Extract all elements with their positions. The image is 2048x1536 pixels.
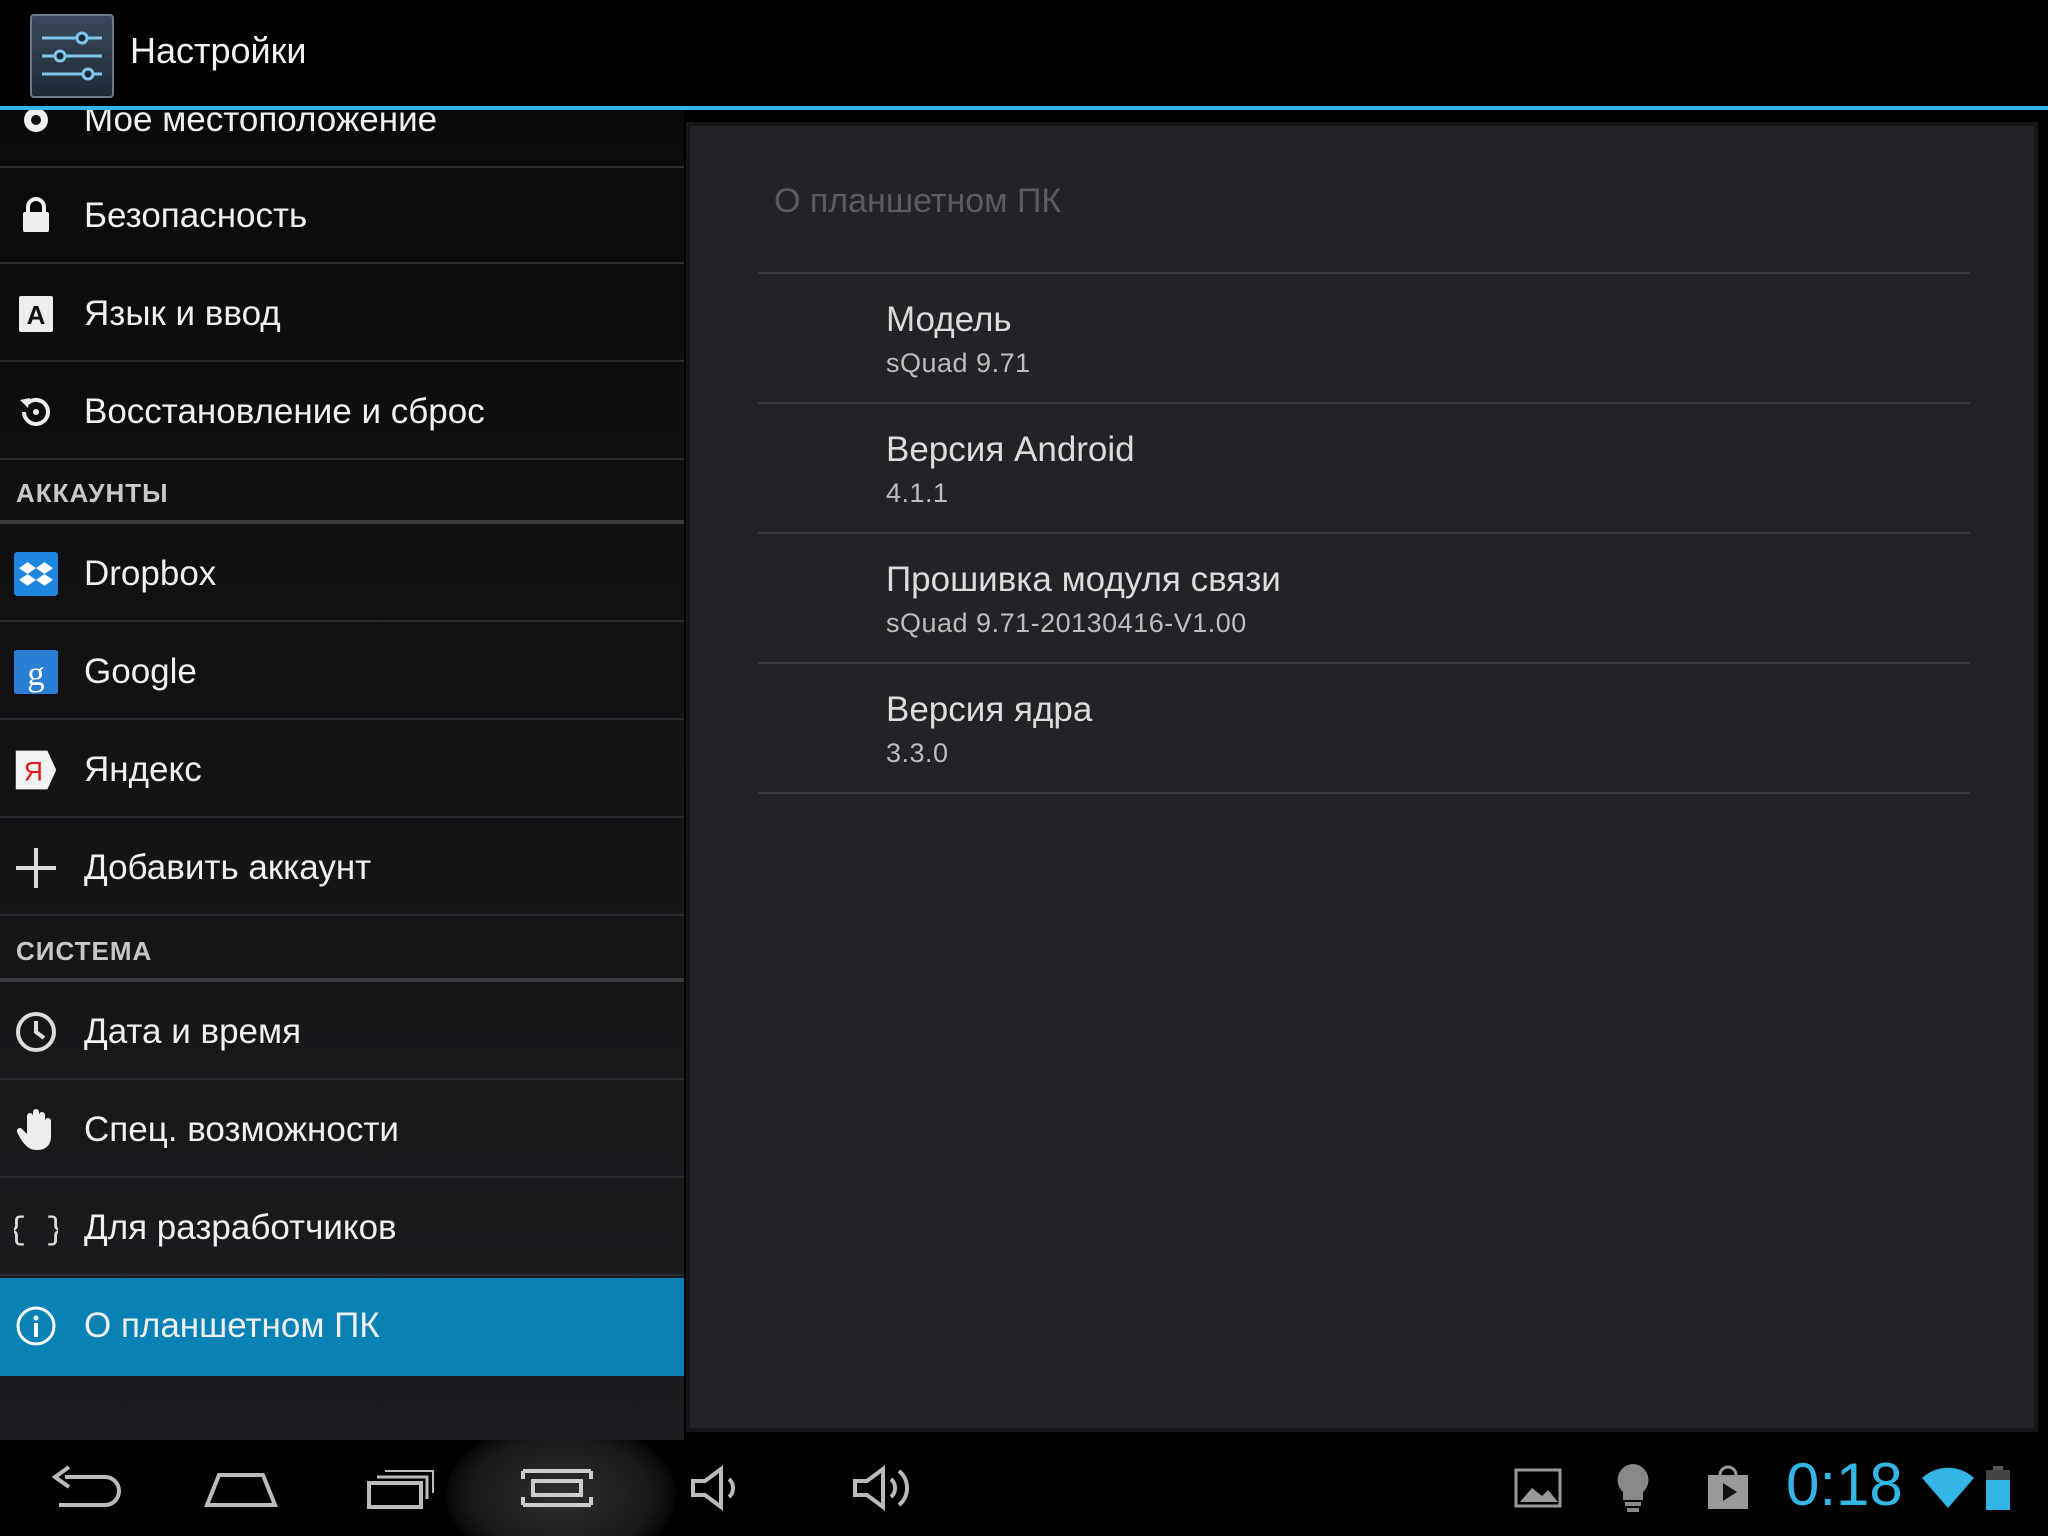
section-divider (0, 520, 684, 524)
item-value: 3.3.0 (886, 738, 949, 768)
sidebar-item-accessibility[interactable]: Спец. возможности (0, 1082, 684, 1178)
svg-text:Я: Я (24, 757, 43, 787)
detail-pane: О планшетном ПК Модель sQuad 9.71 Версия… (686, 122, 2038, 1432)
sidebar-item-label: Восстановление и сброс (84, 392, 485, 431)
yandex-icon: Я (14, 748, 58, 792)
sidebar-item-google[interactable]: g Google (0, 624, 684, 720)
screenshot-button[interactable] (512, 1458, 602, 1518)
sidebar-item-label: Добавить аккаунт (84, 848, 372, 887)
divider (758, 532, 1970, 534)
divider (758, 662, 1970, 664)
restore-icon (14, 390, 58, 434)
sidebar-item-label: О планшетном ПК (84, 1306, 380, 1345)
sidebar-item-security[interactable]: Безопасность (0, 168, 684, 264)
item-value: 4.1.1 (886, 478, 949, 508)
sidebar-item-dropbox[interactable]: Dropbox (0, 526, 684, 622)
sidebar-item-yandex[interactable]: Я Яндекс (0, 722, 684, 818)
sidebar-item-label: Спец. возможности (84, 1110, 399, 1149)
settings-app-icon[interactable] (30, 14, 114, 98)
sidebar-item-date-time[interactable]: Дата и время (0, 984, 684, 1080)
divider (758, 272, 1970, 274)
lightbulb-notification-icon[interactable] (1610, 1458, 1656, 1518)
clock-icon (14, 1010, 58, 1054)
battery-icon (1982, 1458, 2014, 1518)
section-divider (0, 978, 684, 982)
gallery-notification-icon[interactable] (1512, 1458, 1564, 1518)
status-clock: 0:18 (1786, 1451, 1903, 1518)
hand-icon (14, 1108, 58, 1152)
sidebar-item-label: Dropbox (84, 554, 217, 593)
location-icon (14, 110, 58, 142)
volume-down-button[interactable] (680, 1458, 760, 1518)
settings-list[interactable]: Мое местоположение Безопасность A Язык и… (0, 110, 684, 1440)
dropbox-icon (14, 552, 58, 596)
svg-text:A: A (27, 300, 46, 330)
google-icon: g (14, 650, 58, 694)
section-header-accounts: АККАУНТЫ (16, 478, 169, 508)
plus-icon (14, 846, 58, 890)
section-header-system: СИСТЕМА (16, 936, 153, 966)
detail-title: О планшетном ПК (774, 182, 1062, 220)
item-title: Модель (886, 300, 1012, 339)
sidebar-item-label: Google (84, 652, 197, 691)
info-icon (14, 1304, 58, 1348)
sidebar-item-label: Для разработчиков (84, 1208, 397, 1247)
divider (758, 792, 1970, 794)
keyboard-a-icon: A (14, 292, 58, 336)
volume-up-button[interactable] (842, 1458, 922, 1518)
recent-apps-button[interactable] (356, 1458, 446, 1518)
svg-text:{ }: { } (14, 1212, 58, 1249)
app-title: Настройки (130, 30, 307, 71)
sidebar-item-backup-reset[interactable]: Восстановление и сброс (0, 364, 684, 460)
sidebar-item-add-account[interactable]: Добавить аккаунт (0, 820, 684, 916)
item-value: sQuad 9.71 (886, 348, 1031, 378)
svg-text:g: g (27, 654, 44, 693)
sidebar-item-about-tablet[interactable]: О планшетном ПК (0, 1278, 684, 1376)
sidebar-item-label: Безопасность (84, 196, 308, 235)
sidebar-item-label: Мое местоположение (84, 110, 438, 139)
item-value: sQuad 9.71-20130416-V1.00 (886, 608, 1247, 638)
item-title: Прошивка модуля связи (886, 560, 1281, 599)
back-button[interactable] (40, 1458, 130, 1518)
item-title: Версия ядра (886, 690, 1093, 729)
braces-icon: { } (14, 1206, 58, 1250)
sidebar-item-location[interactable]: Мое местоположение (0, 110, 684, 168)
action-bar: Настройки (0, 0, 2048, 110)
sidebar-item-label: Язык и ввод (84, 294, 281, 333)
wifi-icon (1920, 1458, 1976, 1518)
home-button[interactable] (196, 1458, 286, 1518)
sidebar-item-label: Яндекс (84, 750, 202, 789)
sidebar-item-label: Дата и время (84, 1012, 302, 1051)
divider (758, 402, 1970, 404)
sidebar-item-language[interactable]: A Язык и ввод (0, 266, 684, 362)
system-bar: 0:18 (0, 1440, 2048, 1536)
lock-icon (14, 194, 58, 238)
item-title: Версия Android (886, 430, 1135, 469)
play-store-notification-icon[interactable] (1704, 1458, 1752, 1518)
sidebar-item-developer[interactable]: { } Для разработчиков (0, 1180, 684, 1276)
